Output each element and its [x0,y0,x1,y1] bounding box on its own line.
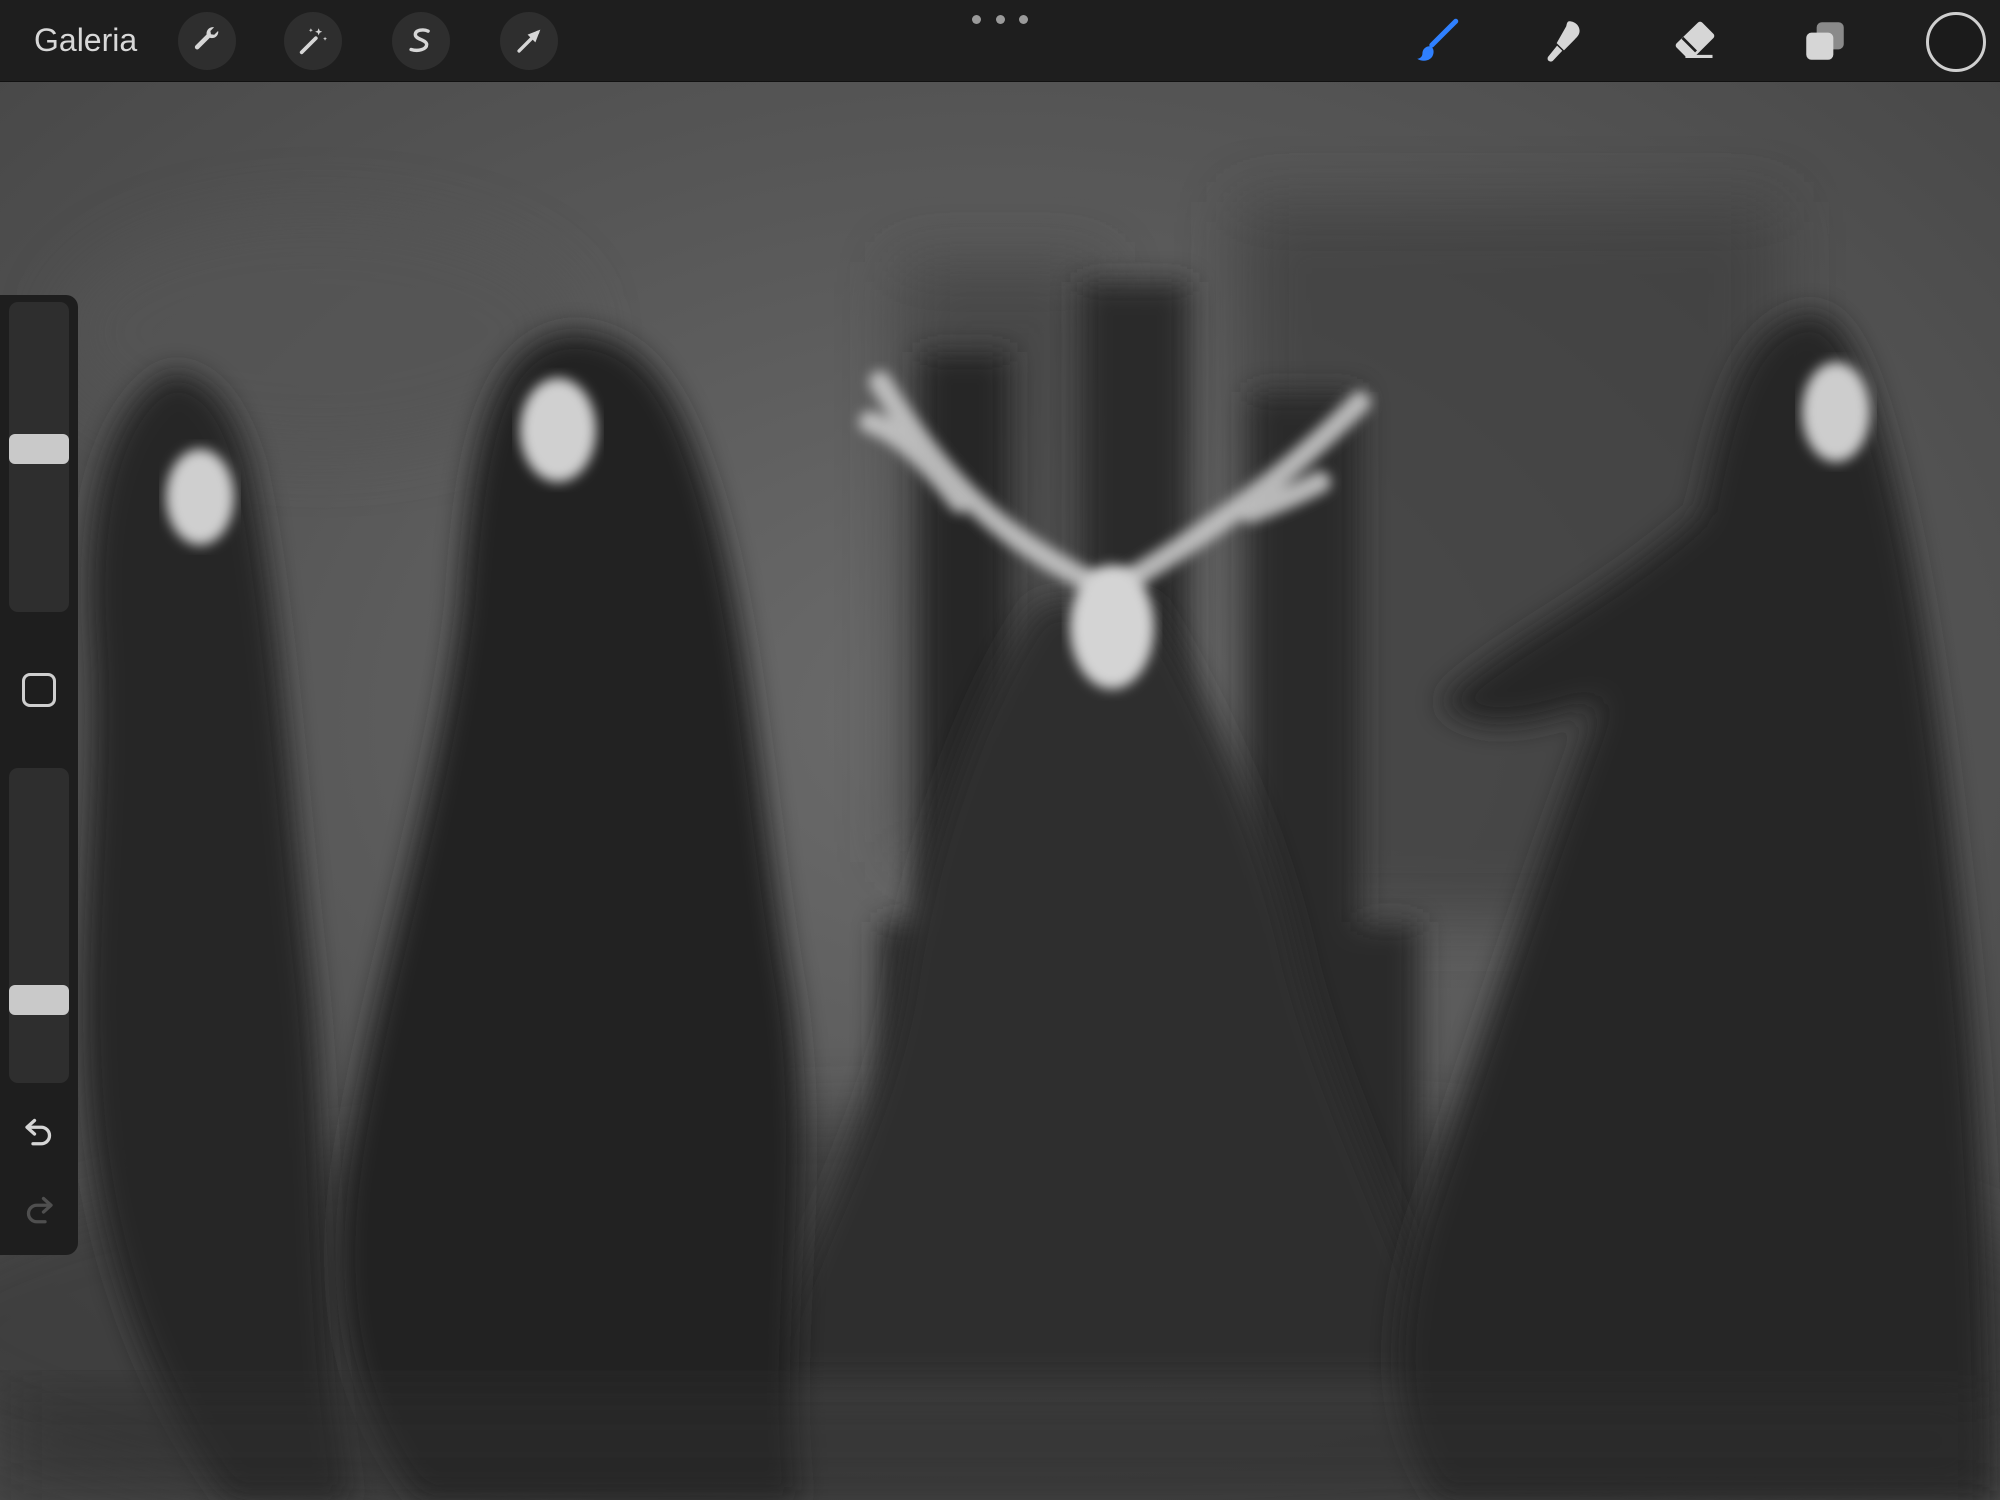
selection-button[interactable] [392,12,450,70]
selection-s-icon [409,28,430,53]
undo-icon [25,1118,52,1146]
smudge-finger-icon [1547,21,1580,62]
arrow-cursor-icon [517,29,541,53]
drawing-canvas[interactable] [0,82,2000,1500]
brush-size-thumb[interactable] [9,434,69,464]
top-toolbar: Galeria [0,0,2000,82]
opacity-slider[interactable] [9,768,69,1083]
opacity-thumb[interactable] [9,985,69,1015]
eraser-tool-button[interactable] [1664,10,1726,72]
redo-icon [26,1196,53,1224]
magic-wand-icon [299,28,328,55]
redo-button[interactable] [14,1184,64,1234]
painting-artwork [0,82,2000,1500]
eraser-icon [1675,21,1715,58]
wrench-icon [194,27,219,50]
brush-icon [1417,18,1459,61]
undo-button[interactable] [14,1106,64,1156]
layers-icon [1806,22,1844,60]
color-swatch-button[interactable] [1926,12,1986,72]
layers-tool-button[interactable] [1794,10,1856,72]
adjustments-button[interactable] [284,12,342,70]
gallery-button[interactable]: Galeria [20,14,151,66]
left-sidebar [0,295,78,1255]
brush-tool-button[interactable] [1406,10,1468,72]
smudge-tool-button[interactable] [1534,10,1596,72]
brush-size-slider[interactable] [9,302,69,612]
transform-button[interactable] [500,12,558,70]
more-dots-icon[interactable] [972,8,1028,30]
actions-button[interactable] [178,12,236,70]
square-modify-icon[interactable] [22,673,56,707]
